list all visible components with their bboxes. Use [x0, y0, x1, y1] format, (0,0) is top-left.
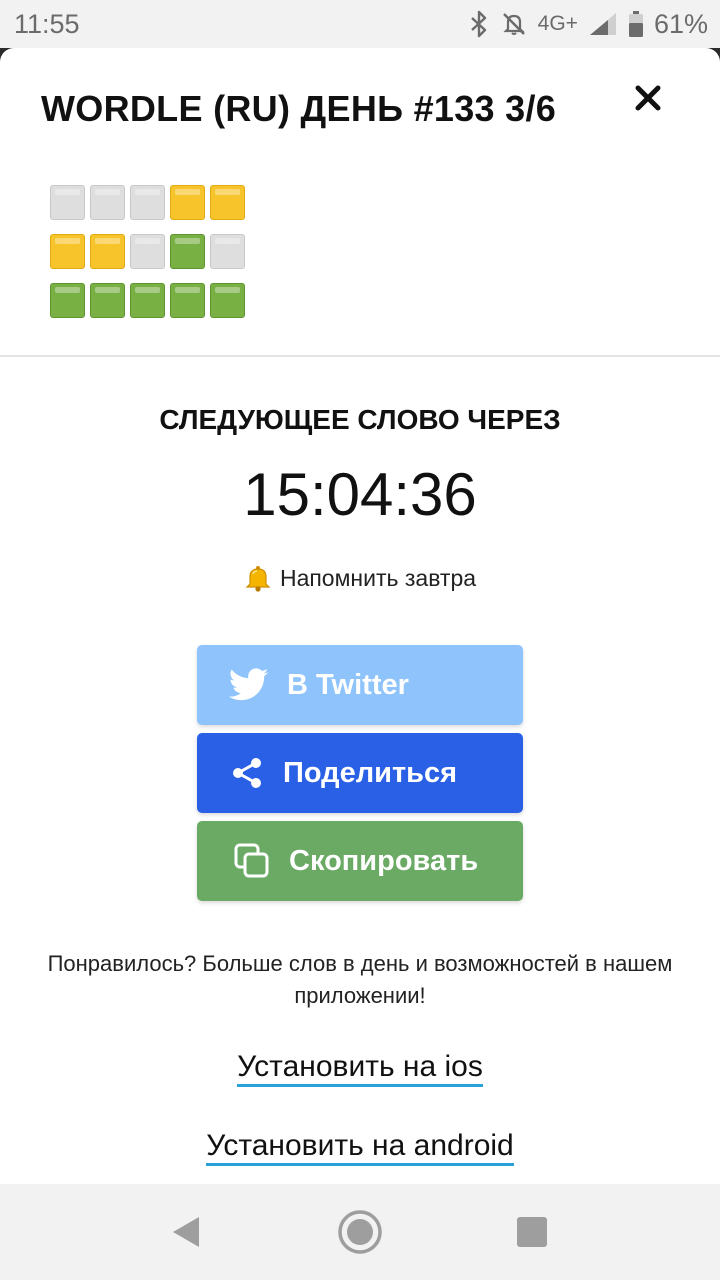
result-tile-absent — [130, 234, 165, 269]
copy-icon — [234, 843, 269, 878]
status-icons: 4G+ 61% — [468, 9, 708, 40]
grid-row — [50, 234, 245, 269]
back-icon — [173, 1217, 199, 1247]
bell-icon — [245, 566, 271, 592]
twitter-share-button[interactable]: В Twitter — [197, 645, 523, 725]
grid-row — [50, 283, 245, 318]
modal-title: WORDLE (RU) ДЕНЬ #133 3/6 — [41, 88, 557, 129]
twitter-icon — [229, 668, 269, 701]
result-tile-correct — [50, 283, 85, 318]
status-bar: 11:55 4G+ 61% — [0, 0, 720, 48]
next-word-label: СЛЕДУЮЩЕЕ СЛОВО ЧЕРЕЗ — [159, 404, 561, 435]
result-tile-correct — [170, 283, 205, 318]
twitter-button-label: В Twitter — [287, 668, 409, 701]
result-tile-correct — [90, 283, 125, 318]
result-tile-correct — [170, 234, 205, 269]
divider — [0, 355, 720, 357]
bluetooth-icon — [468, 10, 490, 38]
remind-label: Напомнить завтра — [279, 564, 477, 591]
result-tile-absent — [210, 234, 245, 269]
copy-button[interactable]: Скопировать — [197, 821, 523, 901]
install-android-link[interactable]: Установить на android — [206, 1129, 514, 1166]
result-tile-present — [170, 185, 205, 220]
close-icon — [635, 85, 661, 111]
promo-text: Понравилось? Больше слов в день и возмож… — [47, 951, 673, 1008]
signal-icon — [588, 11, 618, 37]
copy-button-label: Скопировать — [289, 844, 479, 877]
navigation-bar — [0, 1184, 720, 1280]
network-type: 4G+ — [537, 12, 578, 35]
battery-icon — [628, 10, 644, 38]
battery-percent: 61% — [653, 8, 708, 39]
result-tile-present — [50, 234, 85, 269]
result-grid — [50, 185, 245, 332]
share-icon — [233, 758, 261, 788]
result-tile-present — [210, 185, 245, 220]
results-modal: WORDLE (RU) ДЕНЬ #133 3/6 СЛЕДУЮЩЕЕ СЛОВ… — [0, 48, 720, 1184]
recents-icon — [517, 1217, 547, 1247]
result-tile-absent — [130, 185, 165, 220]
share-button[interactable]: Поделиться — [197, 733, 523, 813]
status-time: 11:55 — [14, 8, 80, 39]
result-tile-correct — [130, 283, 165, 318]
result-tile-absent — [50, 185, 85, 220]
home-icon — [338, 1210, 382, 1254]
countdown-timer: 15:04:36 — [243, 461, 477, 528]
install-ios-link[interactable]: Установить на ios — [237, 1050, 483, 1087]
result-tile-absent — [90, 185, 125, 220]
result-tile-present — [90, 234, 125, 269]
share-button-label: Поделиться — [283, 756, 458, 789]
install-android-link-row: Установить на android — [0, 1129, 720, 1166]
close-button[interactable] — [628, 78, 668, 118]
recents-button[interactable] — [508, 1208, 556, 1256]
result-tile-correct — [210, 283, 245, 318]
grid-row — [50, 185, 245, 220]
home-button[interactable] — [336, 1208, 384, 1256]
back-button[interactable] — [162, 1208, 210, 1256]
remind-tomorrow-link[interactable]: Напомнить завтра — [0, 564, 720, 592]
mute-icon — [500, 10, 528, 38]
install-ios-link-row: Установить на ios — [0, 1050, 720, 1087]
